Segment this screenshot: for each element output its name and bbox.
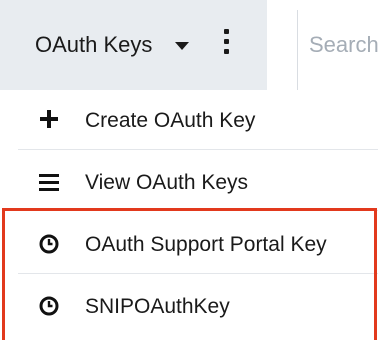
clock-icon [39, 234, 59, 254]
menu-item-label: OAuth Support Portal Key [85, 233, 327, 256]
module-tab-oauth-keys[interactable]: OAuth Keys [0, 0, 267, 90]
menu-item-label: View OAuth Keys [85, 171, 249, 194]
menu-item-label: SNIPOAuthKey [85, 295, 230, 318]
app-root: OAuth Keys Create OAuth Key [0, 0, 378, 340]
menu-item-label: Create OAuth Key [85, 109, 256, 132]
header-bar: OAuth Keys [0, 0, 378, 90]
menu-divider [18, 210, 378, 211]
search-input[interactable] [309, 29, 378, 61]
menu-item-view-oauth-keys[interactable]: View OAuth Keys [0, 150, 378, 210]
menu-item-snipoauthkey[interactable]: SNIPOAuthKey [0, 276, 378, 336]
search-divider [297, 10, 298, 90]
more-actions-button[interactable] [214, 26, 240, 66]
menu-item-oauth-support-portal-key[interactable]: OAuth Support Portal Key [0, 214, 378, 274]
chevron-down-icon[interactable] [175, 42, 189, 50]
kebab-dot-icon [224, 39, 229, 44]
list-icon [39, 174, 59, 191]
module-tab-label: OAuth Keys [35, 32, 153, 57]
module-dropdown-menu: Create OAuth Key View OAuth Keys OAuth S… [0, 90, 378, 340]
kebab-dot-icon [224, 49, 229, 54]
clock-icon [39, 296, 59, 316]
menu-item-create-oauth-key[interactable]: Create OAuth Key [0, 90, 378, 150]
kebab-dot-icon [224, 29, 229, 34]
plus-icon [40, 110, 58, 128]
menu-divider [18, 273, 378, 274]
